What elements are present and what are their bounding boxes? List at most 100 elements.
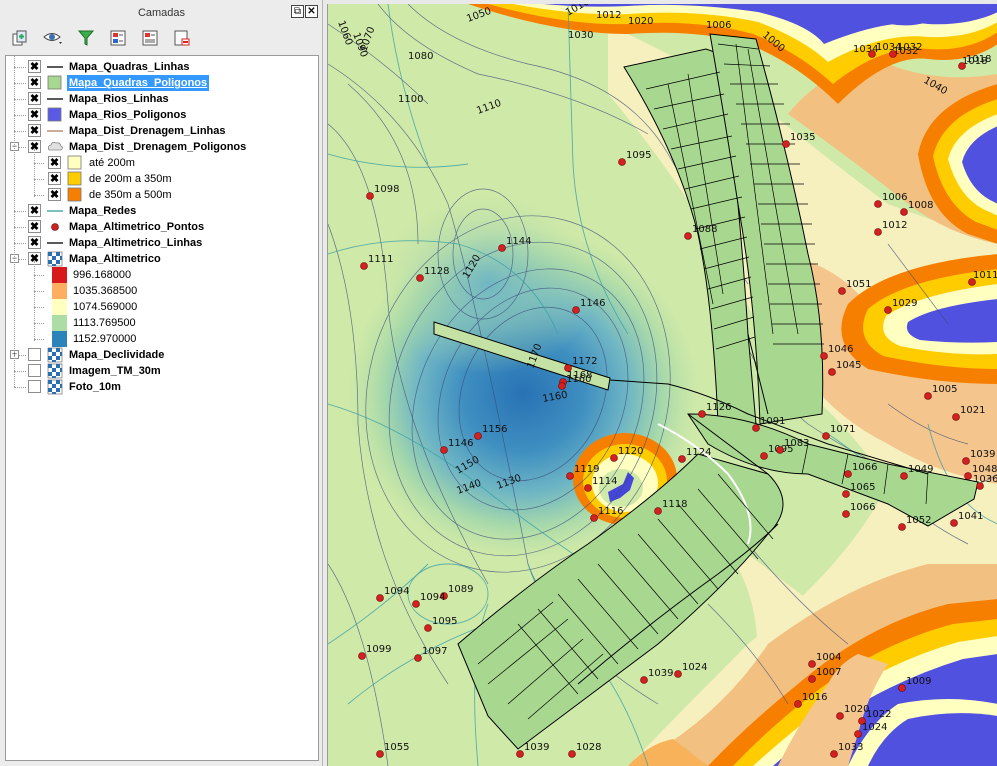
map-canvas[interactable]: 1050 1060 1070 1080 1090 1010 1012 1020 1030 1006… bbox=[327, 4, 997, 766]
visibility-button[interactable] bbox=[42, 26, 66, 50]
raster-layer-icon bbox=[46, 251, 64, 267]
add-group-button[interactable] bbox=[8, 26, 32, 50]
layer-visibility-checkbox[interactable] bbox=[48, 172, 61, 185]
tree-connector bbox=[14, 99, 26, 100]
collapse-all-icon bbox=[142, 30, 158, 46]
spot-height-label: 1006 bbox=[882, 192, 907, 203]
spot-height-marker bbox=[618, 158, 626, 166]
layer-visibility-checkbox[interactable] bbox=[28, 92, 41, 105]
layer-visibility-checkbox[interactable] bbox=[48, 156, 61, 169]
filter-button[interactable] bbox=[74, 26, 98, 50]
spot-height-label: 1036 bbox=[973, 474, 997, 485]
spot-height-marker bbox=[358, 652, 366, 660]
spot-height-marker bbox=[898, 523, 906, 531]
layer-row[interactable]: Mapa_Quadras_Poligonos bbox=[6, 75, 318, 91]
spot-height-label: 1071 bbox=[830, 424, 855, 435]
spot-height-marker bbox=[830, 750, 838, 758]
tree-guide bbox=[14, 56, 15, 387]
contour-label: 1020 bbox=[628, 16, 653, 27]
layer-row[interactable]: de 200m a 350m bbox=[6, 171, 318, 187]
spot-height-marker bbox=[950, 519, 958, 527]
spot-height-label: 1018 bbox=[966, 54, 991, 65]
spot-height-marker bbox=[958, 62, 966, 70]
layer-label: Mapa_Quadras_Poligonos bbox=[67, 75, 210, 91]
layer-row[interactable]: −Mapa_Dist _Drenagem_Poligonos bbox=[6, 139, 318, 155]
layer-label: Mapa_Redes bbox=[69, 205, 137, 217]
spot-height-marker bbox=[366, 192, 374, 200]
spot-height-label: 1039 bbox=[648, 668, 673, 679]
layer-visibility-checkbox[interactable] bbox=[28, 108, 41, 121]
spot-height-label: 1066 bbox=[852, 462, 877, 473]
spot-height-label: 1124 bbox=[686, 447, 711, 458]
spot-height-marker bbox=[828, 368, 836, 376]
spot-height-label: 1004 bbox=[816, 652, 841, 663]
tree-connector bbox=[14, 211, 26, 212]
layer-row[interactable]: 1035.368500 bbox=[6, 283, 318, 299]
spot-height-label: 1098 bbox=[374, 184, 399, 195]
spot-height-marker bbox=[416, 274, 424, 282]
remove-layer-button[interactable] bbox=[170, 26, 194, 50]
expand-all-button[interactable] bbox=[106, 26, 130, 50]
spot-height-marker bbox=[474, 432, 482, 440]
layer-visibility-checkbox[interactable] bbox=[28, 220, 41, 233]
layer-row[interactable]: Mapa_Altimetrico_Pontos bbox=[6, 219, 318, 235]
layer-label: 1152.970000 bbox=[73, 333, 137, 345]
layer-visibility-checkbox[interactable] bbox=[28, 204, 41, 217]
layer-row[interactable]: Mapa_Rios_Poligonos bbox=[6, 107, 318, 123]
layer-label: Mapa_Dist _Drenagem_Poligonos bbox=[69, 141, 247, 153]
layer-row[interactable]: Mapa_Altimetrico_Linhas bbox=[6, 235, 318, 251]
contour-label: 1100 bbox=[398, 94, 423, 105]
tree-connector bbox=[34, 195, 44, 196]
spot-height-label: 1033 bbox=[838, 742, 863, 753]
float-panel-button[interactable]: ⧉ bbox=[291, 5, 304, 18]
layer-row[interactable]: até 200m bbox=[6, 155, 318, 171]
layer-visibility-checkbox[interactable] bbox=[28, 236, 41, 249]
layer-label: Mapa_Rios_Poligonos bbox=[69, 109, 187, 121]
spot-height-label: 1091 bbox=[760, 416, 785, 427]
collapse-all-button[interactable] bbox=[138, 26, 162, 50]
layer-visibility-checkbox[interactable] bbox=[28, 364, 41, 377]
layer-visibility-checkbox[interactable] bbox=[48, 188, 61, 201]
tree-connector bbox=[14, 131, 26, 132]
tree-connector bbox=[34, 275, 44, 276]
spot-height-label: 1049 bbox=[908, 464, 933, 475]
tree-connector bbox=[14, 83, 26, 84]
layer-row[interactable]: + Mapa_Declividade bbox=[6, 347, 318, 363]
layer-row[interactable]: 996.168000 bbox=[6, 267, 318, 283]
line-symbol-icon bbox=[46, 59, 64, 75]
layer-row[interactable]: Imagem_TM_30m bbox=[6, 363, 318, 379]
layer-visibility-checkbox[interactable] bbox=[28, 380, 41, 393]
layer-row[interactable]: Mapa_Dist_Drenagem_Linhas bbox=[6, 123, 318, 139]
tree-guide bbox=[34, 149, 35, 197]
layer-visibility-checkbox[interactable] bbox=[28, 60, 41, 73]
layer-label: Mapa_Declividade bbox=[69, 349, 165, 361]
layer-row[interactable]: Mapa_Quadras_Linhas bbox=[6, 59, 318, 75]
spot-height-marker bbox=[844, 470, 852, 478]
spot-height-label: 1028 bbox=[576, 742, 601, 753]
layer-row[interactable]: 1113.769500 bbox=[6, 315, 318, 331]
spot-height-label: 1035 bbox=[790, 132, 815, 143]
raster-layer-icon bbox=[46, 347, 64, 363]
spot-height-label: 1024 bbox=[682, 662, 707, 673]
layer-visibility-checkbox[interactable] bbox=[28, 76, 41, 89]
spot-height-label: 1009 bbox=[906, 676, 931, 687]
layer-row[interactable]: Mapa_Rios_Linhas bbox=[6, 91, 318, 107]
spot-height-marker bbox=[498, 244, 506, 252]
spot-height-label: 1118 bbox=[662, 499, 687, 510]
layer-row[interactable]: Foto_10m bbox=[6, 379, 318, 395]
spot-height-label: 1146 bbox=[448, 438, 473, 449]
color-ramp-swatch bbox=[50, 299, 68, 315]
close-panel-button[interactable]: ✕ bbox=[305, 5, 318, 18]
layer-row[interactable]: 1074.569000 bbox=[6, 299, 318, 315]
layer-row[interactable]: 1152.970000 bbox=[6, 331, 318, 347]
layer-visibility-checkbox[interactable] bbox=[28, 348, 41, 361]
layer-label: Mapa_Rios_Linhas bbox=[69, 93, 169, 105]
layer-visibility-checkbox[interactable] bbox=[28, 124, 41, 137]
spot-height-marker bbox=[782, 140, 790, 148]
color-ramp-swatch bbox=[50, 331, 68, 347]
layer-row[interactable]: Mapa_Redes bbox=[6, 203, 318, 219]
layer-row[interactable]: −Mapa_Altimetrico bbox=[6, 251, 318, 267]
spot-height-marker bbox=[808, 675, 816, 683]
layer-row[interactable]: de 350m a 500m bbox=[6, 187, 318, 203]
spot-height-label: 1088 bbox=[692, 224, 717, 235]
